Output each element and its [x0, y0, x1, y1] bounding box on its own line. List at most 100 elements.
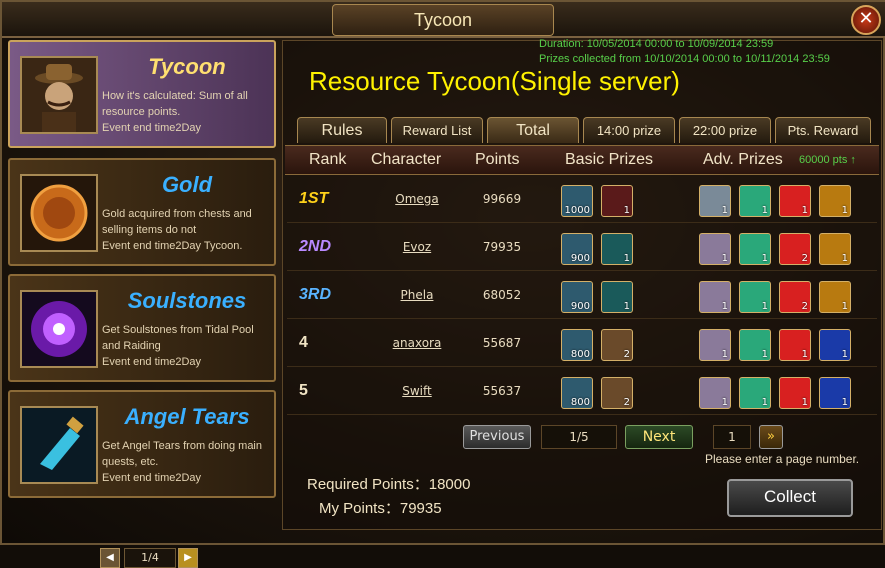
gold-armor-icon[interactable]: 1 — [819, 185, 851, 217]
row-character[interactable]: anaxora — [377, 336, 457, 350]
row-character[interactable]: Evoz — [377, 240, 457, 254]
red-gem-icon[interactable]: 1 — [779, 185, 811, 217]
go-page-button[interactable]: » — [759, 425, 783, 449]
category-sidebar: Tycoon How it's calculated: Sum of all r… — [8, 40, 278, 568]
red-gem-icon[interactable]: 2 — [779, 281, 811, 313]
previous-button[interactable]: Previous — [463, 425, 531, 449]
tab-pts-reward[interactable]: Pts. Reward — [775, 117, 871, 143]
duration-text: Duration: 10/05/2014 00:00 to 10/09/2014… — [539, 38, 774, 50]
tab-rules[interactable]: Rules — [297, 117, 387, 143]
page-number-input[interactable]: 1 — [713, 425, 751, 449]
green-gem-icon[interactable]: 1 — [739, 233, 771, 265]
tab-reward-list[interactable]: Reward List — [391, 117, 483, 143]
collect-button[interactable]: Collect — [727, 479, 853, 517]
category-angel-tears[interactable]: Angel Tears Get Angel Tears from doing m… — [8, 390, 276, 498]
table-row: 4 anaxora 55687 800 2 1 1 1 1 — [287, 322, 877, 367]
table-row: 1ST Omega 99669 1000 1 1 1 1 1 — [287, 178, 877, 223]
row-character[interactable]: Phela — [377, 288, 457, 302]
wing-feather-item-icon[interactable]: 900 — [561, 281, 593, 313]
row-character[interactable]: Omega — [377, 192, 457, 206]
hero-portrait-icon[interactable]: 1 — [699, 233, 731, 265]
item-count: 2 — [623, 397, 630, 408]
teal-armor-icon[interactable]: 1 — [601, 281, 633, 313]
wing-feather-item-icon[interactable]: 800 — [561, 329, 593, 361]
red-gem-icon[interactable]: 1 — [779, 329, 811, 361]
row-points: 99669 — [482, 192, 522, 206]
category-name: Soulstones — [127, 288, 247, 313]
red-gem-icon[interactable]: 1 — [779, 377, 811, 409]
row-rank: 2ND — [299, 238, 332, 255]
category-name: Tycoon — [148, 54, 226, 79]
category-desc: How it's calculated: Sum of all resource… — [102, 88, 274, 136]
hero-portrait-icon[interactable]: 1 — [699, 329, 731, 361]
next-button[interactable]: Next — [625, 425, 693, 449]
gold-coin-icon — [20, 174, 98, 252]
row-character[interactable]: Swift — [377, 384, 457, 398]
hero-portrait-icon[interactable]: 1 — [699, 377, 731, 409]
ranking-pager: Previous 1/5 Next 1 » — [463, 425, 863, 449]
category-name: Gold — [161, 172, 213, 197]
green-gem-icon[interactable]: 1 — [739, 377, 771, 409]
category-soulstones[interactable]: Soulstones Get Soulstones from Tidal Poo… — [8, 274, 276, 382]
wing-feather-item-icon[interactable]: 900 — [561, 233, 593, 265]
header-character: Character — [371, 151, 442, 168]
tab-14-prize[interactable]: 14:00 prize — [583, 117, 675, 143]
angel-tears-bottle-icon — [20, 406, 98, 484]
item-count: 800 — [570, 397, 590, 408]
item-count: 800 — [570, 349, 590, 360]
item-count: 2 — [801, 253, 808, 264]
category-desc-text: Get Angel Tears from doing main quests, … — [102, 440, 262, 468]
item-count: 1 — [801, 349, 808, 360]
teal-armor-icon[interactable]: 1 — [601, 233, 633, 265]
table-row: 2ND Evoz 79935 900 1 1 1 2 1 — [287, 226, 877, 271]
red-gem-icon[interactable]: 2 — [779, 233, 811, 265]
table-row: 5 Swift 55637 800 2 1 1 1 1 — [287, 370, 877, 415]
armor-item-icon[interactable]: 1 — [601, 185, 633, 217]
table-row: 3RD Phela 68052 900 1 1 1 2 1 — [287, 274, 877, 319]
page-hint: Please enter a page number. — [705, 452, 860, 466]
row-points: 79935 — [482, 240, 522, 254]
category-desc: Get Soulstones from Tidal Pool and Raidi… — [102, 322, 274, 370]
gold-armor-icon[interactable]: 1 — [819, 281, 851, 313]
window-title: Tycoon — [332, 4, 554, 36]
hero-portrait-icon[interactable]: 1 — [699, 185, 731, 217]
page-indicator: 1/5 — [541, 425, 617, 449]
blue-armor-icon[interactable]: 1 — [819, 329, 851, 361]
required-points: Required Points：18000 — [307, 476, 471, 493]
item-count: 1 — [623, 205, 630, 216]
header-rank: Rank — [309, 151, 347, 168]
item-count: 1 — [761, 349, 768, 360]
hero-portrait-icon[interactable]: 1 — [699, 281, 731, 313]
tab-total[interactable]: Total — [487, 117, 579, 143]
tab-22-prize[interactable]: 22:00 prize — [679, 117, 771, 143]
wing-feather-item-icon[interactable]: 1000 — [561, 185, 593, 217]
green-gem-icon[interactable]: 1 — [739, 329, 771, 361]
wing-feather-item-icon[interactable]: 800 — [561, 377, 593, 409]
category-gold[interactable]: Gold Gold acquired from chests and selli… — [8, 158, 276, 266]
green-gem-icon[interactable]: 1 — [739, 185, 771, 217]
item-count: 1 — [721, 301, 728, 312]
item-count: 1 — [761, 253, 768, 264]
row-rank: 4 — [299, 334, 308, 351]
category-tycoon[interactable]: Tycoon How it's calculated: Sum of all r… — [8, 40, 276, 148]
sidebar-next-button[interactable]: ▶ — [178, 548, 198, 568]
green-gem-icon[interactable]: 1 — [739, 281, 771, 313]
category-event-end: Event end time2Day — [102, 472, 202, 484]
item-count: 900 — [570, 253, 590, 264]
page-title: Resource Tycoon(Single server) — [309, 66, 680, 96]
treasure-chest-icon[interactable]: 2 — [601, 377, 633, 409]
row-rank: 3RD — [299, 286, 332, 303]
sidebar-prev-button[interactable]: ◀ — [100, 548, 120, 568]
item-count: 1 — [841, 301, 848, 312]
row-rank: 5 — [299, 382, 308, 399]
my-points: My Points：79935 — [319, 500, 442, 517]
gold-armor-icon[interactable]: 1 — [819, 233, 851, 265]
blue-armor-icon[interactable]: 1 — [819, 377, 851, 409]
close-button[interactable]: ✕ — [851, 5, 881, 35]
category-desc: Gold acquired from chests and selling it… — [102, 206, 274, 254]
header-basic-prizes: Basic Prizes — [565, 151, 654, 168]
treasure-chest-icon[interactable]: 2 — [601, 329, 633, 361]
header-points: Points — [475, 151, 520, 168]
category-desc-text: How it's calculated: Sum of all resource… — [102, 90, 248, 118]
tycoon-window: Tycoon ✕ Tycoon How it's calculated: Sum… — [0, 0, 885, 568]
